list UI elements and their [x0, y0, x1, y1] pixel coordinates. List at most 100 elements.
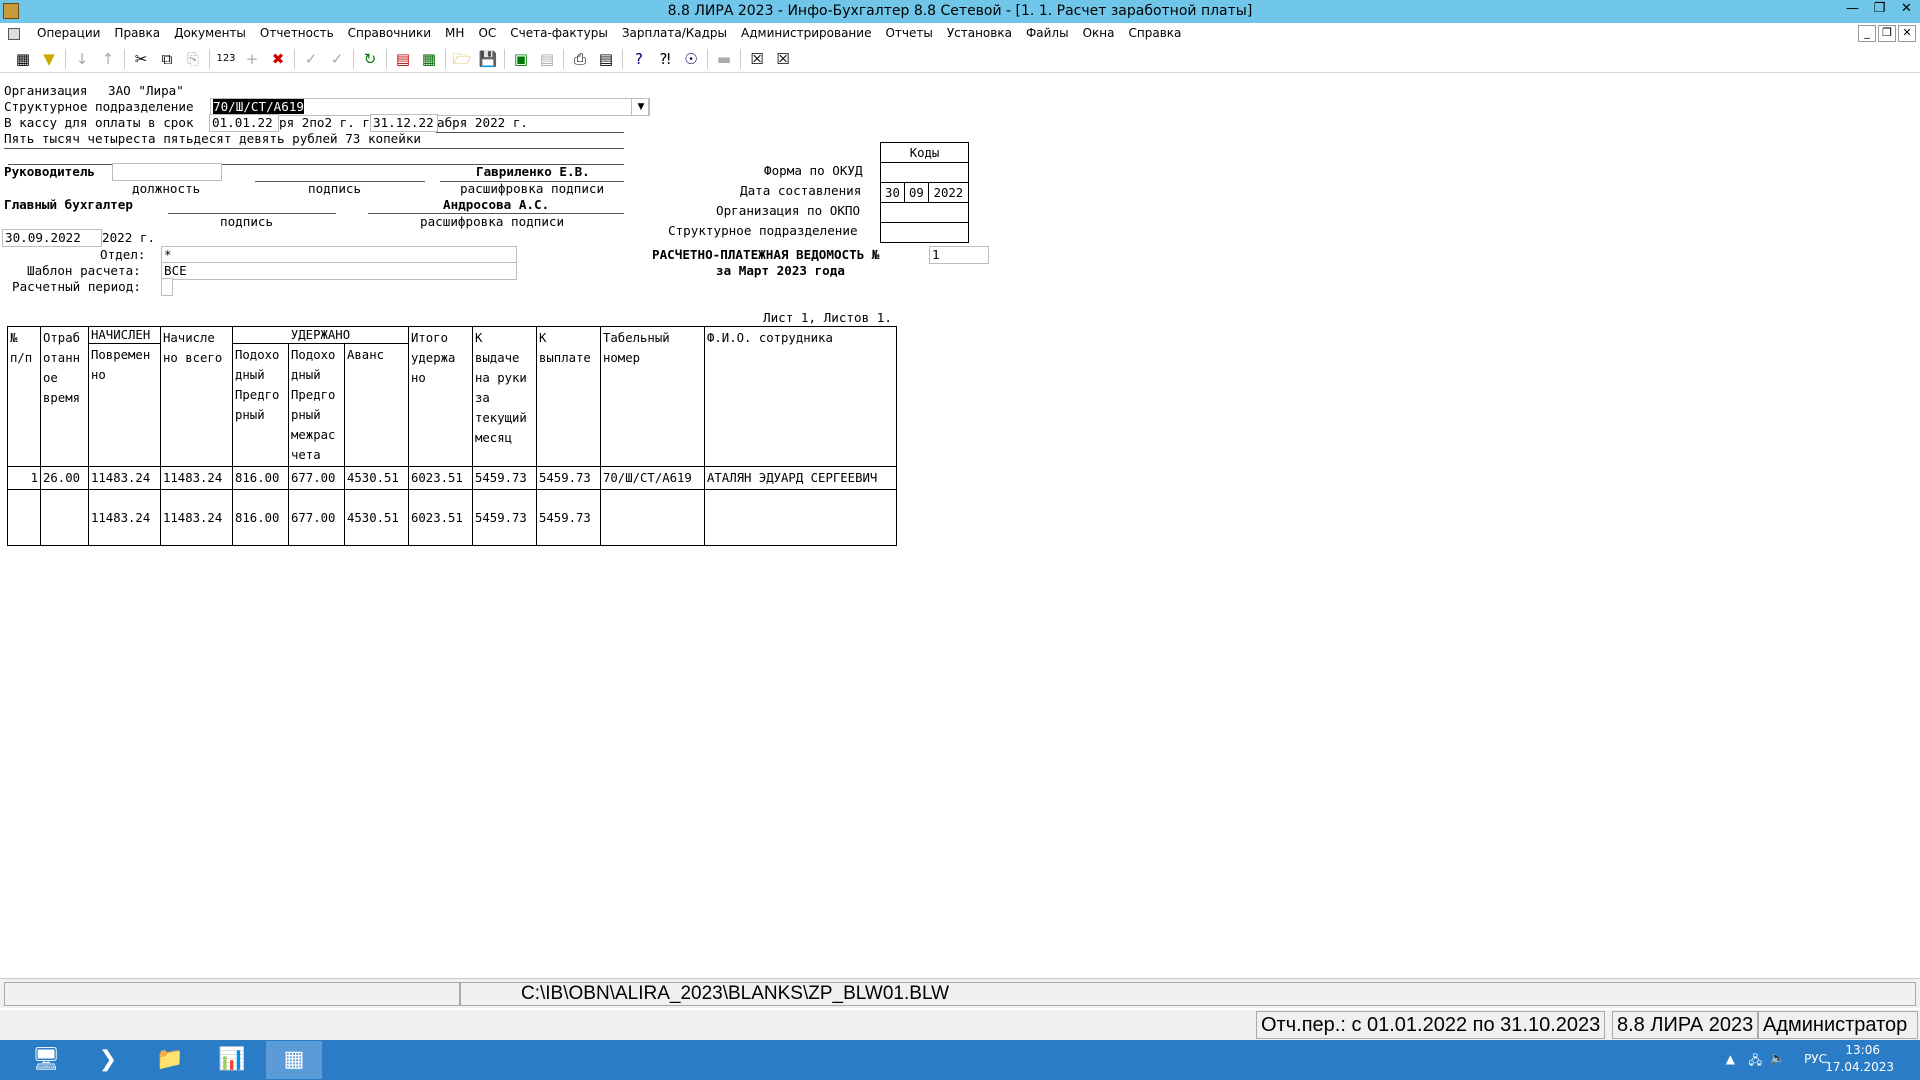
table-row[interactable]: 1 26.00 11483.24 11483.24 816.00 677.00 4530.5…	[7, 466, 897, 490]
sort-asc-icon[interactable]: ↓	[69, 47, 95, 71]
child-minimize-button[interactable]: _	[1858, 25, 1876, 42]
payroll-table: № п/п Отраб отанн ое время НАЧИСЛЕН Начисле н…	[7, 326, 897, 546]
compass-icon[interactable]: ☉	[678, 47, 704, 71]
child-close-button[interactable]: ✕	[1898, 25, 1916, 42]
language-indicator[interactable]: РУС	[1804, 1052, 1827, 1066]
totals-row[interactable]: 11483.24 11483.24 816.00 677.00 4530.51 …	[7, 489, 897, 546]
document-system-icon[interactable]	[8, 28, 20, 40]
current-user: Администратор	[1758, 1011, 1918, 1039]
refresh-icon[interactable]: ↻	[357, 47, 383, 71]
col-accr-total: Начисле но всего	[160, 326, 233, 467]
infobuh-task-icon[interactable]: ▦	[266, 1041, 322, 1079]
menu-item[interactable]: Окна	[1076, 23, 1122, 44]
disabled-icon[interactable]: ▬	[711, 47, 737, 71]
menu-item[interactable]: Файлы	[1019, 23, 1076, 44]
save-icon[interactable]: 💾	[475, 47, 501, 71]
copy-icon[interactable]: ⧉	[154, 47, 180, 71]
calculator-icon[interactable]: ▦	[416, 47, 442, 71]
head-name: Гавриленко Е.В.	[476, 164, 590, 179]
delete-icon[interactable]: ✖	[265, 47, 291, 71]
clock-date[interactable]: 17.04.2023	[1825, 1060, 1894, 1074]
cell-ded-total: 6023.51	[408, 466, 473, 490]
sort-desc-icon[interactable]: ↑	[95, 47, 121, 71]
child-restore-button[interactable]: ❐	[1878, 25, 1896, 42]
cell-accr: 11483.24	[88, 466, 161, 490]
filter-icon[interactable]: ▼	[36, 47, 62, 71]
template-input[interactable]: ВСЕ	[161, 262, 517, 280]
document-area: Организация ЗАО "Лира" Структурное подра…	[0, 73, 1920, 978]
codes-table: Коды 30 09 2022	[880, 142, 970, 243]
menu-item[interactable]: МН	[438, 23, 471, 44]
close-button[interactable]: ✕	[1893, 0, 1920, 20]
powershell-icon[interactable]: ❯	[80, 1041, 136, 1079]
minimize-button[interactable]: —	[1839, 0, 1866, 20]
menu-item[interactable]: Установка	[940, 23, 1019, 44]
network-icon[interactable]: 🖧	[1749, 1051, 1762, 1072]
product-name: 8.8 ЛИРА 2023	[1612, 1011, 1759, 1039]
menu-item[interactable]: Справка	[1122, 23, 1189, 44]
col-ded-total: Итого удержа но	[408, 326, 473, 467]
paste-icon[interactable]: ⎘	[180, 47, 206, 71]
period-checkbox[interactable]	[161, 278, 173, 296]
menu-item[interactable]: Отчеты	[878, 23, 939, 44]
head-position-input[interactable]	[112, 163, 222, 181]
app-window: 8.8 ЛИРА 2023 - Инфо-Бухгалтер 8.8 Сетев…	[0, 0, 1920, 1080]
tray-expand-icon[interactable]: ▲	[1726, 1052, 1735, 1066]
menu-item[interactable]: Зарплата/Кадры	[615, 23, 734, 44]
menu-item[interactable]: ОС	[471, 23, 503, 44]
excel-icon[interactable]: ▣	[508, 47, 534, 71]
statement-period: за Март 2023 года	[716, 263, 845, 278]
context-help-icon[interactable]: ⁈	[652, 47, 678, 71]
help-icon[interactable]: ?	[626, 47, 652, 71]
dept-dropdown-icon[interactable]: ▼	[631, 98, 649, 116]
unmark-icon[interactable]: ✓	[324, 47, 350, 71]
doc-date-input[interactable]: 30.09.2022	[2, 229, 102, 247]
restore-button[interactable]: ❐	[1866, 0, 1893, 20]
export-icon[interactable]: ▤	[534, 47, 560, 71]
sheet-info: Лист 1, Листов 1.	[763, 310, 892, 325]
print-icon[interactable]: ⎙	[567, 47, 593, 71]
col-tax1: Подохо дный Предго рный	[232, 343, 289, 467]
col-adv: Аванс	[344, 343, 409, 467]
codes-day: 30	[880, 182, 905, 203]
open-folder-icon[interactable]: 🗁	[449, 47, 475, 71]
exit-icon[interactable]: ☒	[770, 47, 796, 71]
cell-fio: АТАЛЯН ЭДУАРД СЕРГЕЕВИЧ	[704, 466, 897, 490]
menu-item[interactable]: Документы	[167, 23, 253, 44]
statement-number-input[interactable]: 1	[929, 246, 989, 264]
close-form-icon[interactable]: ☒	[744, 47, 770, 71]
col-time: Отраб отанн ое время	[40, 326, 89, 467]
col-no: № п/п	[7, 326, 41, 467]
col-cash: Квыдаче на руки за текущий месяц	[472, 326, 537, 467]
menu-item[interactable]: Счета-фактуры	[503, 23, 615, 44]
preview-icon[interactable]: ▤	[593, 47, 619, 71]
app-icon[interactable]	[3, 3, 19, 19]
period-label: Расчетный период:	[12, 279, 141, 294]
menu-item[interactable]: Отчетность	[253, 23, 341, 44]
clock-time[interactable]: 13:06	[1845, 1043, 1880, 1057]
codes-title: Коды	[880, 142, 969, 163]
menu-item[interactable]: Администрирование	[734, 23, 878, 44]
volume-icon[interactable]: 🔈	[1770, 1051, 1785, 1065]
menu-item[interactable]: Справочники	[341, 23, 438, 44]
cell-time: 26.00	[40, 466, 89, 490]
form-icon[interactable]: ▦	[10, 47, 36, 71]
menu-item[interactable]: Правка	[107, 23, 167, 44]
mark-icon[interactable]: ✓	[298, 47, 324, 71]
chief-label: Главный бухгалтер	[4, 197, 133, 212]
add-icon[interactable]: +	[239, 47, 265, 71]
explorer-icon[interactable]: 📁	[142, 1041, 198, 1079]
cut-icon[interactable]: ✂	[128, 47, 154, 71]
numbering-icon[interactable]: 123	[213, 47, 239, 71]
menu-item[interactable]: Операции	[30, 23, 107, 44]
col-ded-group: УДЕРЖАНО	[232, 326, 409, 344]
server-manager-icon[interactable]: 🖥	[18, 1041, 74, 1079]
col-tab: Табельный номер	[600, 326, 705, 467]
control-panel-icon[interactable]: 📊	[204, 1041, 260, 1079]
col-accr: Повремен но	[88, 343, 161, 467]
report-icon[interactable]: ▤	[390, 47, 416, 71]
head-label: Руководитель	[4, 164, 95, 179]
status-bar-path: C:\IB\OBN\ALIRA_2023\BLANKS\ZP_BLW01.BLW	[0, 978, 1920, 1008]
file-path: C:\IB\OBN\ALIRA_2023\BLANKS\ZP_BLW01.BLW	[460, 982, 1916, 1006]
chief-name: Андросова А.С.	[443, 197, 550, 212]
